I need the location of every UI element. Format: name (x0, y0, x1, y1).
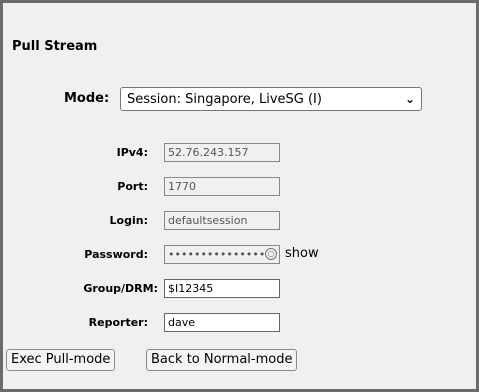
reporter-input[interactable]: dave (164, 313, 280, 332)
login-field: defaultsession (164, 211, 280, 230)
pull-stream-panel: Pull Stream Mode: Session: Singapore, Li… (0, 0, 479, 392)
mode-select[interactable]: Session: Singapore, LiveSG (I) ⌄ (120, 87, 422, 111)
back-to-normal-mode-button[interactable]: Back to Normal-mode (146, 349, 298, 371)
password-label: Password: (84, 248, 148, 261)
login-label: Login: (109, 214, 148, 227)
group-drm-label: Group/DRM: (83, 282, 158, 295)
chevron-down-icon: ⌄ (404, 92, 415, 106)
reporter-label: Reporter: (88, 316, 148, 329)
port-field: 1770 (164, 177, 280, 196)
mode-selected-value: Session: Singapore, LiveSG (I) (127, 91, 322, 107)
panel-title: Pull Stream (12, 39, 98, 54)
password-field[interactable]: ••••••••••••••• ○ (164, 245, 280, 264)
password-dots: ••••••••••••••• (168, 248, 266, 261)
mode-label: Mode: (64, 91, 110, 106)
exec-pull-mode-button[interactable]: Exec Pull-mode (6, 349, 116, 371)
ipv4-field: 52.76.243.157 (164, 143, 280, 162)
show-password-toggle[interactable]: show (285, 246, 319, 261)
port-label: Port: (117, 180, 148, 193)
group-drm-input[interactable]: $I12345 (164, 279, 280, 298)
ipv4-label: IPv4: (116, 146, 148, 159)
password-key-icon[interactable]: ○ (265, 248, 277, 260)
